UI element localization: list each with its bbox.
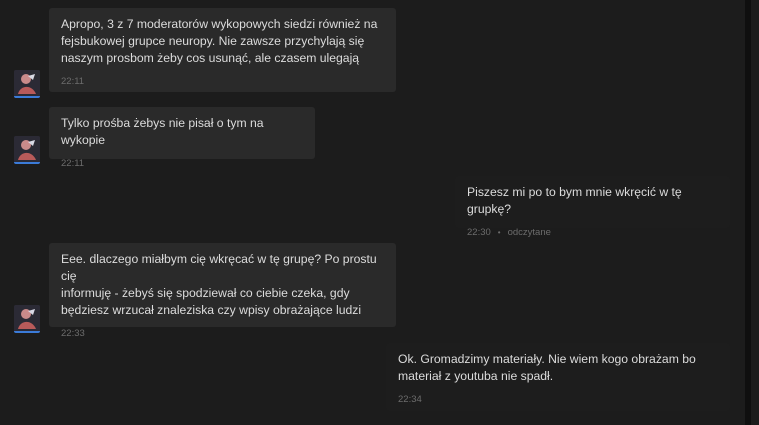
user-avatar-icon[interactable]	[14, 305, 40, 333]
message-time: 22:11	[61, 76, 85, 87]
message-time: 22:34	[398, 394, 422, 405]
message-meta: 22:33	[61, 325, 384, 342]
message-bubble-incoming: Tylko prośba żebys nie pisał o tym na wy…	[49, 107, 315, 169]
message-meta: 22:11	[61, 73, 384, 90]
message-text: Tylko prośba żebys nie pisał o tym na wy…	[61, 116, 264, 147]
message-time: 22:33	[61, 328, 85, 339]
message-text: Eee. dlaczego miałbym cię wkręcać w tę g…	[61, 252, 377, 317]
message-text: Apropo, 3 z 7 moderatorów wykopowych sie…	[61, 17, 378, 65]
message-text: Piszesz mi po to bym mnie wkręcić w tę g…	[467, 185, 682, 216]
message-time: 22:30	[467, 227, 491, 238]
read-status: odczytane	[507, 227, 551, 238]
user-avatar-icon[interactable]	[14, 136, 40, 164]
message-bubble-incoming: Apropo, 3 z 7 moderatorów wykopowych sie…	[49, 8, 396, 92]
message-text: Ok. Gromadzimy materiały. Nie wiem kogo …	[398, 352, 696, 383]
separator-dot-icon: •	[497, 228, 501, 237]
message-meta: 22:34	[398, 391, 718, 408]
message-meta: 22:11	[61, 155, 303, 172]
message-bubble-outgoing: Piszesz mi po to bym mnie wkręcić w tę g…	[455, 176, 730, 238]
message-bubble-outgoing: Ok. Gromadzimy materiały. Nie wiem kogo …	[386, 343, 730, 411]
message-bubble-incoming: Eee. dlaczego miałbym cię wkręcać w tę g…	[49, 243, 396, 339]
message-meta: 22:30 • odczytane	[467, 224, 718, 241]
message-time: 22:11	[61, 158, 85, 169]
conversation-view: Apropo, 3 z 7 moderatorów wykopowych sie…	[0, 0, 759, 425]
user-avatar-icon[interactable]	[14, 70, 40, 98]
scrollbar[interactable]	[745, 0, 751, 425]
